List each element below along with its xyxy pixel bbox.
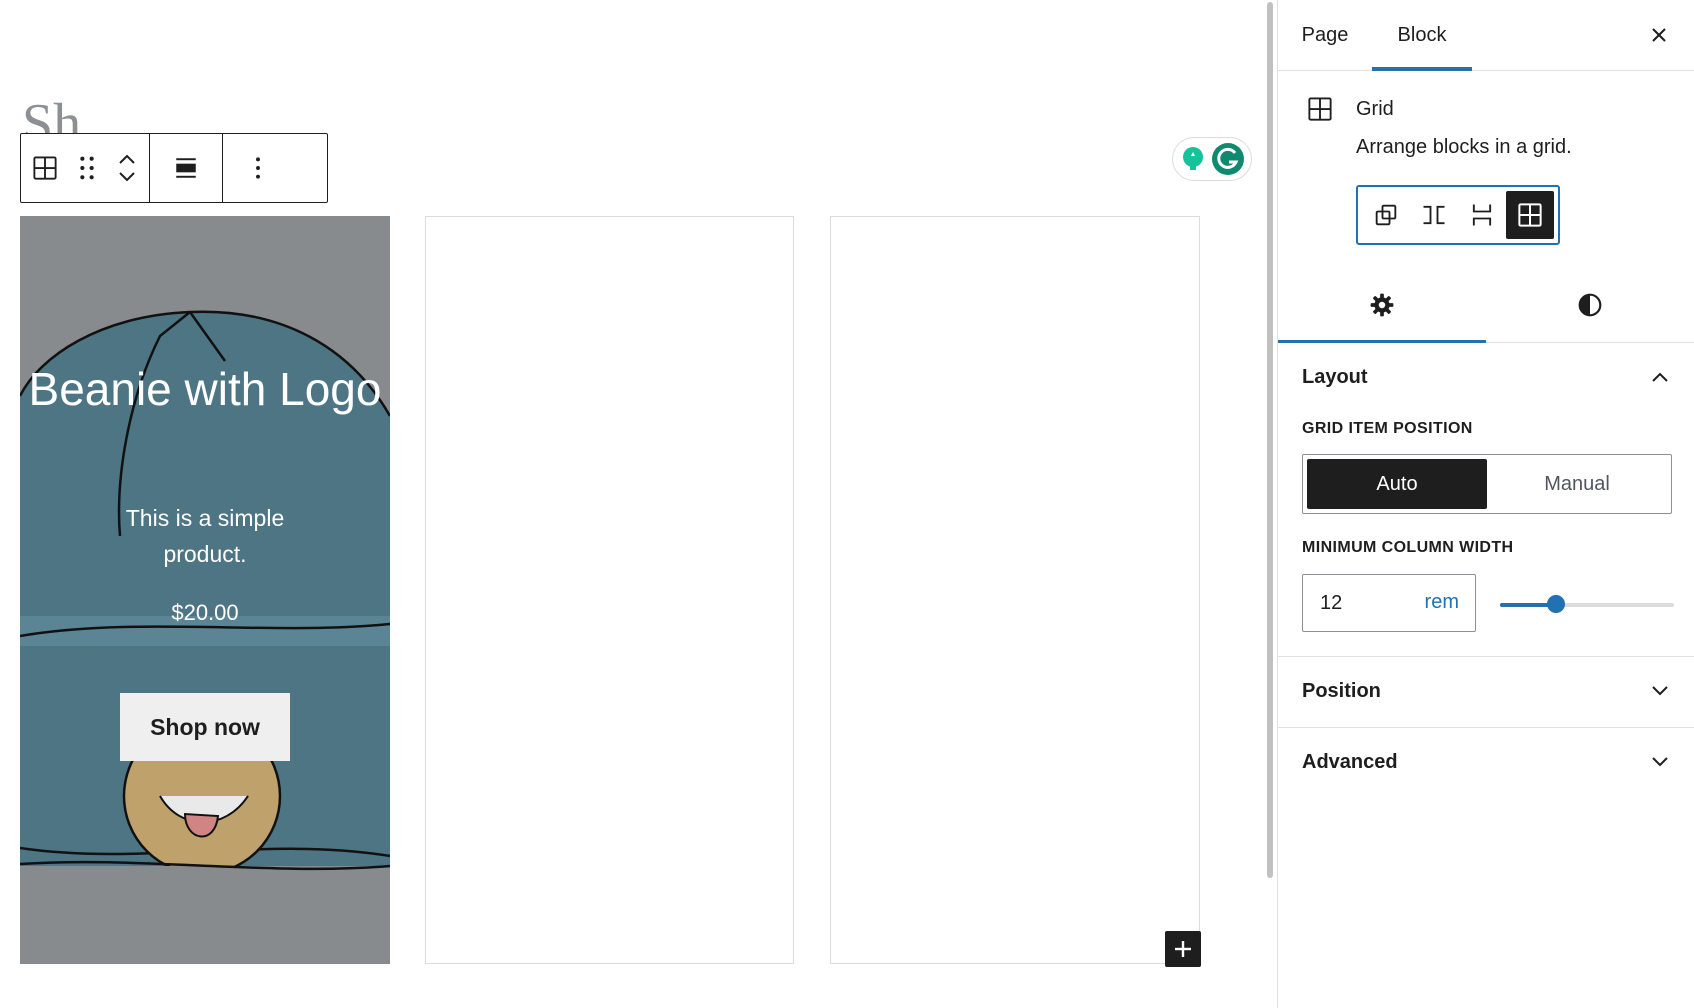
- editor-canvas: Sh Beanie with Logo This is a simple pro…: [0, 0, 1262, 1008]
- variation-row-button[interactable]: [1410, 191, 1458, 239]
- move-up-button[interactable]: [117, 153, 137, 165]
- min-column-width-slider[interactable]: [1500, 584, 1674, 624]
- page-title-fragment[interactable]: Sh: [22, 96, 81, 136]
- more-vertical-icon: [256, 157, 260, 179]
- chevron-down-icon: [1650, 685, 1670, 697]
- grid-cell-empty[interactable]: [425, 216, 794, 964]
- position-panel: Position: [1278, 656, 1694, 728]
- sidebar-subtabs: [1278, 268, 1694, 343]
- grid-cell-empty[interactable]: [830, 216, 1200, 964]
- position-auto-option[interactable]: Auto: [1307, 459, 1487, 509]
- grid-icon: [1518, 203, 1542, 227]
- grid-item-position-label: GRID ITEM POSITION: [1302, 420, 1473, 437]
- block-variations: [1356, 185, 1560, 245]
- add-block-button[interactable]: [1165, 931, 1201, 967]
- shop-now-button[interactable]: Shop now: [120, 693, 290, 761]
- block-options-button[interactable]: [223, 134, 293, 202]
- drag-handle-button[interactable]: [69, 134, 105, 202]
- unit-select[interactable]: rem: [1425, 591, 1459, 614]
- sidebar-tabs: Page Block: [1278, 0, 1694, 71]
- drag-handle-icon: [80, 156, 94, 180]
- group-icon: [1375, 204, 1397, 226]
- chevron-up-icon: [1650, 371, 1670, 383]
- chevron-up-icon: [119, 154, 135, 164]
- advanced-panel: Advanced: [1278, 727, 1694, 798]
- variation-group-button[interactable]: [1362, 191, 1410, 239]
- variation-grid-button[interactable]: [1506, 191, 1554, 239]
- align-wide-icon: [176, 158, 196, 178]
- min-column-width-input[interactable]: [1303, 575, 1413, 631]
- layout-panel-toggle[interactable]: Layout: [1278, 342, 1694, 412]
- close-sidebar-button[interactable]: [1644, 20, 1674, 50]
- block-description: Arrange blocks in a grid.: [1356, 136, 1572, 158]
- close-icon: [1652, 28, 1666, 42]
- settings-sidebar: Page Block Grid Arrange blocks in a grid…: [1278, 0, 1694, 1008]
- grid-icon: [1308, 97, 1332, 121]
- stack-icon: [1472, 204, 1492, 226]
- plus-icon: [1175, 941, 1191, 957]
- grid-icon: [33, 156, 57, 180]
- product-title[interactable]: Beanie with Logo: [20, 359, 390, 419]
- block-toolbar: [20, 133, 328, 203]
- position-panel-title: Position: [1302, 679, 1381, 702]
- gear-icon: [1370, 293, 1394, 317]
- toolbar-align-group: [150, 134, 223, 202]
- toolbar-block-group: [21, 134, 150, 202]
- layout-panel: Layout GRID ITEM POSITION Auto Manual MI…: [1278, 342, 1694, 657]
- position-panel-toggle[interactable]: Position: [1278, 656, 1694, 726]
- tab-settings[interactable]: [1278, 268, 1486, 343]
- block-name: Grid: [1356, 98, 1394, 120]
- beanie-image: [20, 216, 390, 964]
- grammarly-widget[interactable]: [1172, 137, 1252, 181]
- advanced-panel-title: Advanced: [1302, 750, 1398, 773]
- slider-thumb[interactable]: [1547, 595, 1565, 613]
- product-card[interactable]: Beanie with Logo This is a simple produc…: [20, 216, 390, 964]
- canvas-scrollbar[interactable]: [1267, 2, 1273, 878]
- grammarly-icon[interactable]: [1211, 142, 1245, 176]
- block-mover: [105, 134, 149, 202]
- align-button[interactable]: [150, 134, 222, 202]
- tab-block[interactable]: Block: [1372, 0, 1472, 71]
- min-column-width-label: MINIMUM COLUMN WIDTH: [1302, 539, 1514, 556]
- row-icon: [1423, 205, 1445, 225]
- advanced-panel-toggle[interactable]: Advanced: [1278, 727, 1694, 797]
- block-card: Grid Arrange blocks in a grid.: [1278, 70, 1694, 260]
- chevron-down-icon: [119, 172, 135, 182]
- chevron-down-icon: [1650, 756, 1670, 768]
- tab-styles[interactable]: [1486, 268, 1694, 342]
- contrast-icon: [1578, 293, 1602, 317]
- tab-page[interactable]: Page: [1278, 0, 1372, 70]
- position-manual-option[interactable]: Manual: [1487, 459, 1667, 509]
- min-column-width-field: rem: [1302, 574, 1476, 632]
- block-type-button[interactable]: [21, 134, 69, 202]
- lightbulb-icon[interactable]: [1179, 145, 1207, 173]
- product-price[interactable]: $20.00: [20, 600, 390, 626]
- grid-item-position-toggle: Auto Manual: [1302, 454, 1672, 514]
- toolbar-options-group: [223, 134, 293, 202]
- layout-panel-title: Layout: [1302, 365, 1368, 388]
- variation-stack-button[interactable]: [1458, 191, 1506, 239]
- product-description[interactable]: This is a simple product.: [115, 500, 295, 572]
- move-down-button[interactable]: [117, 171, 137, 183]
